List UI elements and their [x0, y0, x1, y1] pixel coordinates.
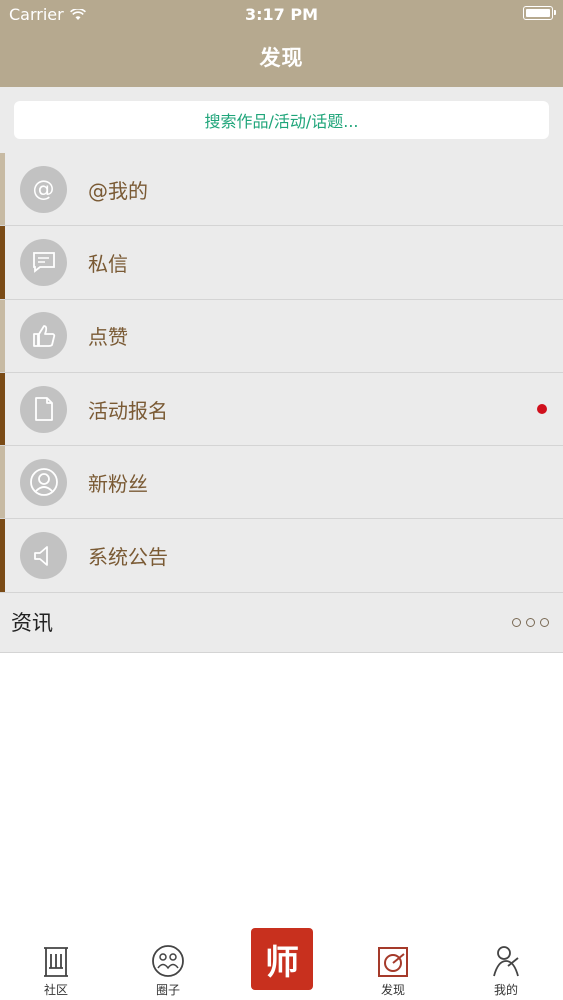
news-label: 资讯: [11, 611, 53, 636]
accent-bar: [0, 299, 5, 372]
tab-circles[interactable]: 圈子: [128, 940, 208, 998]
tab-label: 发现: [380, 983, 405, 997]
list-item-label: 活动报名: [88, 398, 168, 423]
search-placeholder: 搜索作品/活动/话题...: [204, 112, 359, 131]
list-item-label: 点赞: [88, 325, 128, 350]
thumbs-up-icon: [20, 312, 67, 360]
list-item-label: @我的: [88, 178, 148, 203]
community-icon: [16, 940, 96, 978]
user-icon: [20, 458, 67, 506]
tab-bar: 社区 圈子 师 发现 我的: [0, 928, 563, 1000]
profile-icon: [466, 940, 546, 978]
status-time: 3:17 PM: [244, 5, 318, 24]
accent-bar: [0, 226, 5, 299]
list-item-new-followers[interactable]: 新粉丝: [0, 446, 563, 520]
page-title: 发现: [259, 46, 304, 70]
status-bar: Carrier 3:17 PM: [0, 0, 563, 28]
seal-logo-icon[interactable]: 师: [251, 928, 313, 990]
tab-label: 我的: [493, 983, 518, 997]
search-input[interactable]: 搜索作品/活动/话题...: [14, 101, 549, 139]
list-item-events[interactable]: 活动报名: [0, 372, 563, 447]
discover-icon: [353, 940, 433, 978]
more-icon[interactable]: [512, 617, 549, 627]
list-item-label: 新粉丝: [88, 471, 148, 496]
accent-bar: [0, 372, 5, 446]
tab-discover[interactable]: 发现: [353, 940, 433, 998]
circle-group-icon: [128, 940, 208, 978]
tab-label: 社区: [43, 983, 68, 997]
news-section-header: 资讯: [0, 592, 563, 653]
battery-icon: [523, 6, 556, 20]
list-item-likes[interactable]: 点赞: [0, 299, 563, 373]
message-icon: [20, 238, 67, 286]
seal-text: 师: [265, 942, 299, 983]
main-content: 搜索作品/活动/话题... @ @我的 私信 点赞 活动报名 新粉丝 系统公告 …: [0, 87, 563, 653]
unread-badge: [537, 404, 547, 415]
document-icon: [20, 385, 67, 433]
list-item-messages[interactable]: 私信: [0, 226, 563, 300]
tab-profile[interactable]: 我的: [466, 940, 546, 998]
search-wrap: 搜索作品/活动/话题...: [0, 87, 563, 153]
tab-community[interactable]: 社区: [16, 940, 96, 998]
accent-bar: [0, 153, 5, 226]
list-item-mentions[interactable]: @ @我的: [0, 153, 563, 227]
accent-bar: [0, 519, 5, 592]
list-item-label: 私信: [88, 251, 128, 276]
header: Carrier 3:17 PM 发现: [0, 0, 563, 87]
speaker-icon: [20, 532, 67, 580]
tab-label: 圈子: [155, 983, 180, 997]
list-item-label: 系统公告: [88, 545, 168, 570]
at-icon: @: [20, 165, 67, 213]
list-item-announcements[interactable]: 系统公告: [0, 519, 563, 593]
accent-bar: [0, 446, 5, 519]
